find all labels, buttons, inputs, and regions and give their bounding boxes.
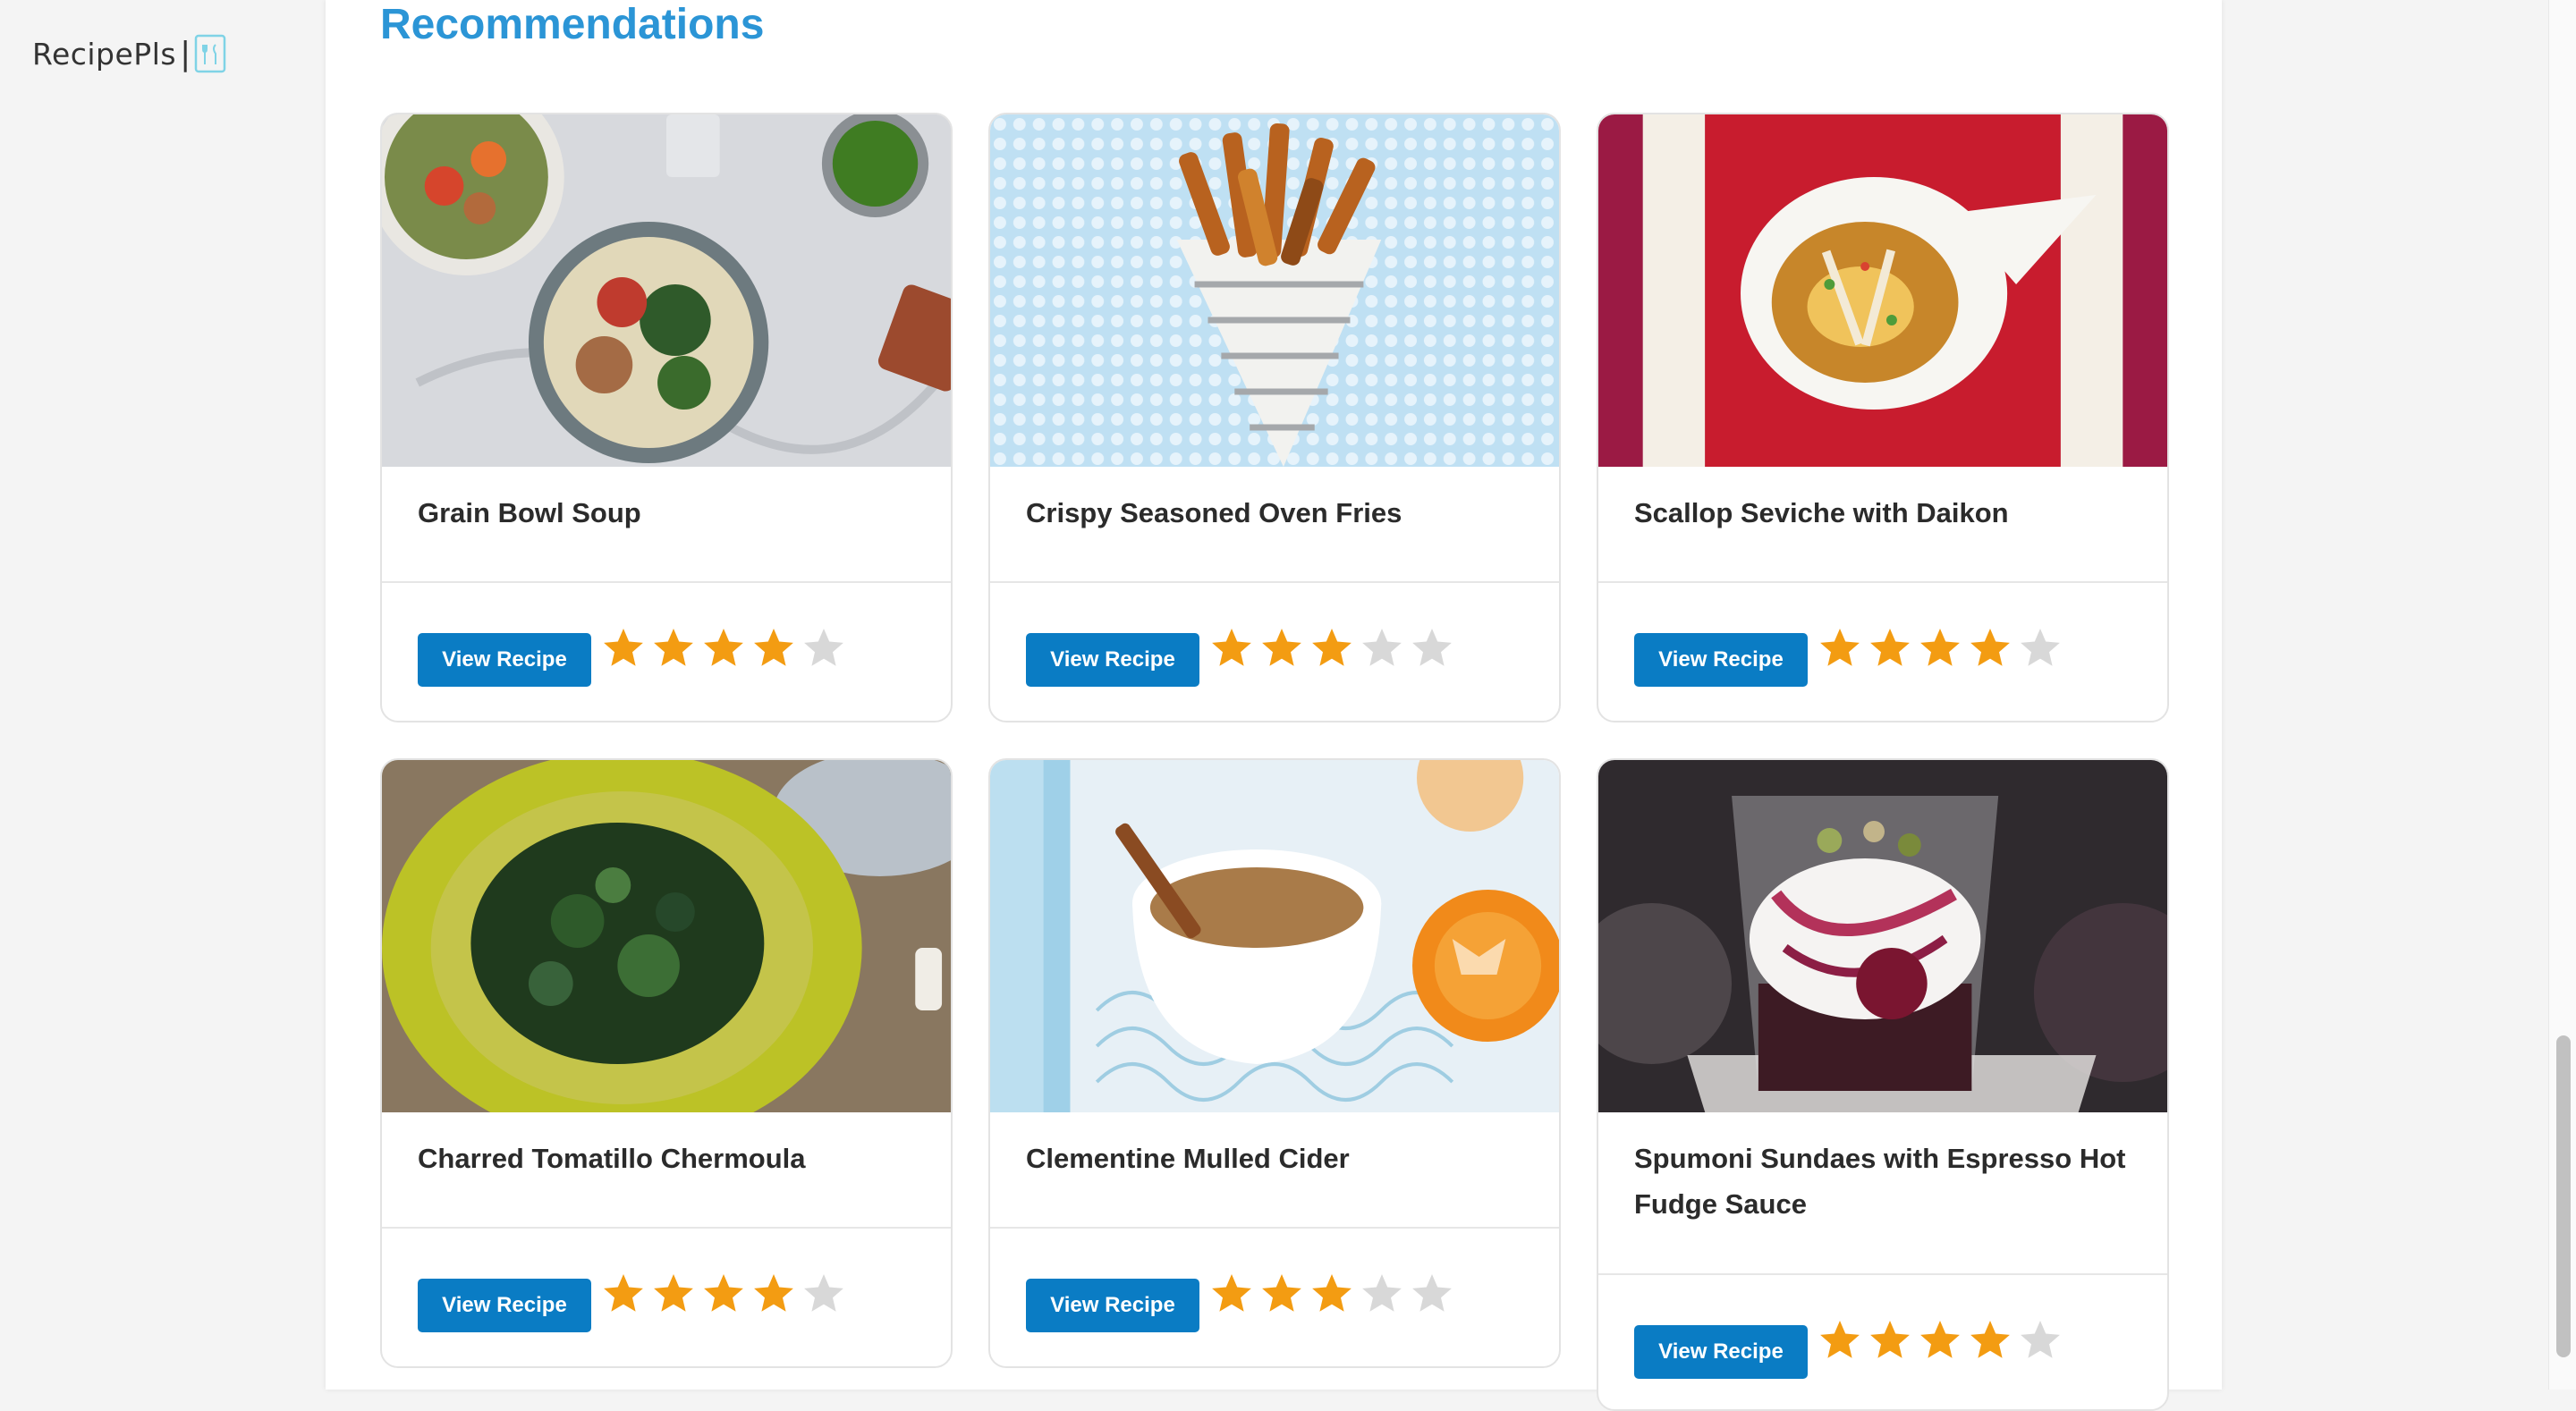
star-filled-icon bbox=[604, 629, 643, 666]
star-rating bbox=[1818, 1318, 2062, 1361]
mulled-cider-photo[interactable] bbox=[990, 760, 1559, 1112]
view-recipe-button[interactable]: View Recipe bbox=[1634, 1325, 1808, 1379]
card-divider bbox=[1598, 1273, 2167, 1275]
recipe-card: Spumoni Sundaes with Espresso Hot Fudge … bbox=[1597, 758, 2169, 1411]
star-rating bbox=[602, 626, 845, 669]
star-empty-icon bbox=[804, 629, 843, 666]
star-empty-icon bbox=[2021, 1321, 2060, 1358]
star-rating bbox=[602, 1272, 845, 1314]
recipe-title[interactable]: Spumoni Sundaes with Espresso Hot Fudge … bbox=[1634, 1136, 2140, 1227]
recipe-title[interactable]: Scallop Seviche with Daikon bbox=[1634, 490, 2140, 536]
view-recipe-button[interactable]: View Recipe bbox=[1634, 633, 1808, 687]
star-filled-icon bbox=[604, 1274, 643, 1312]
card-divider bbox=[382, 1227, 951, 1229]
logo-text: RecipePls bbox=[32, 36, 177, 72]
scallop-seviche-photo[interactable] bbox=[1598, 114, 2167, 467]
view-recipe-button[interactable]: View Recipe bbox=[418, 1279, 591, 1332]
oven-fries-photo[interactable] bbox=[990, 114, 1559, 467]
view-recipe-button[interactable]: View Recipe bbox=[1026, 633, 1199, 687]
grain-bowl-soup-photo[interactable] bbox=[382, 114, 951, 467]
menu-card-icon bbox=[194, 34, 226, 73]
logo-separator: | bbox=[180, 35, 191, 72]
recipe-title[interactable]: Crispy Seasoned Oven Fries bbox=[1026, 490, 1532, 536]
view-recipe-button[interactable]: View Recipe bbox=[1026, 1279, 1199, 1332]
star-empty-icon bbox=[1412, 1274, 1452, 1312]
recipe-card: Charred Tomatillo Chermoula View Recipe bbox=[380, 758, 953, 1368]
logo[interactable]: RecipePls | bbox=[32, 32, 226, 75]
recipe-card: Crispy Seasoned Oven Fries View Recipe bbox=[988, 113, 1561, 722]
star-filled-icon bbox=[1970, 629, 2010, 666]
star-filled-icon bbox=[1820, 1321, 1860, 1358]
scrollbar-track[interactable] bbox=[2548, 0, 2576, 1390]
star-empty-icon bbox=[1362, 629, 1402, 666]
star-empty-icon bbox=[1412, 629, 1452, 666]
spumoni-sundae-photo[interactable] bbox=[1598, 760, 2167, 1112]
recipe-card: Clementine Mulled Cider View Recipe bbox=[988, 758, 1561, 1368]
card-divider bbox=[990, 1227, 1559, 1229]
star-filled-icon bbox=[1262, 1274, 1301, 1312]
scrollbar-thumb[interactable] bbox=[2556, 1035, 2571, 1357]
star-filled-icon bbox=[754, 1274, 793, 1312]
recipe-card: Grain Bowl Soup View Recipe bbox=[380, 113, 953, 722]
recipe-title[interactable]: Clementine Mulled Cider bbox=[1026, 1136, 1532, 1181]
star-filled-icon bbox=[654, 629, 693, 666]
star-filled-icon bbox=[1212, 629, 1251, 666]
recipe-title[interactable]: Grain Bowl Soup bbox=[418, 490, 924, 536]
star-filled-icon bbox=[1920, 629, 1960, 666]
section-title: Recommendations bbox=[380, 1, 765, 48]
recipe-card: Scallop Seviche with Daikon View Recipe bbox=[1597, 113, 2169, 722]
star-rating bbox=[1210, 1272, 1453, 1314]
star-filled-icon bbox=[1970, 1321, 2010, 1358]
card-divider bbox=[990, 581, 1559, 583]
star-rating bbox=[1818, 626, 2062, 669]
star-filled-icon bbox=[1920, 1321, 1960, 1358]
star-filled-icon bbox=[1870, 1321, 1910, 1358]
view-recipe-button[interactable]: View Recipe bbox=[418, 633, 591, 687]
chermoula-photo[interactable] bbox=[382, 760, 951, 1112]
star-filled-icon bbox=[1312, 629, 1352, 666]
star-empty-icon bbox=[2021, 629, 2060, 666]
star-filled-icon bbox=[654, 1274, 693, 1312]
star-filled-icon bbox=[754, 629, 793, 666]
star-filled-icon bbox=[1212, 1274, 1251, 1312]
card-divider bbox=[1598, 581, 2167, 583]
star-filled-icon bbox=[1262, 629, 1301, 666]
star-rating bbox=[1210, 626, 1453, 669]
star-filled-icon bbox=[1820, 629, 1860, 666]
star-filled-icon bbox=[704, 629, 743, 666]
card-divider bbox=[382, 581, 951, 583]
recipe-title[interactable]: Charred Tomatillo Chermoula bbox=[418, 1136, 924, 1181]
star-filled-icon bbox=[704, 1274, 743, 1312]
star-empty-icon bbox=[804, 1274, 843, 1312]
star-empty-icon bbox=[1362, 1274, 1402, 1312]
star-filled-icon bbox=[1312, 1274, 1352, 1312]
star-filled-icon bbox=[1870, 629, 1910, 666]
